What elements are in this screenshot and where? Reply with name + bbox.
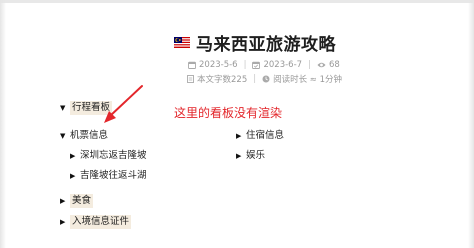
red-arrow-icon: [104, 85, 143, 123]
